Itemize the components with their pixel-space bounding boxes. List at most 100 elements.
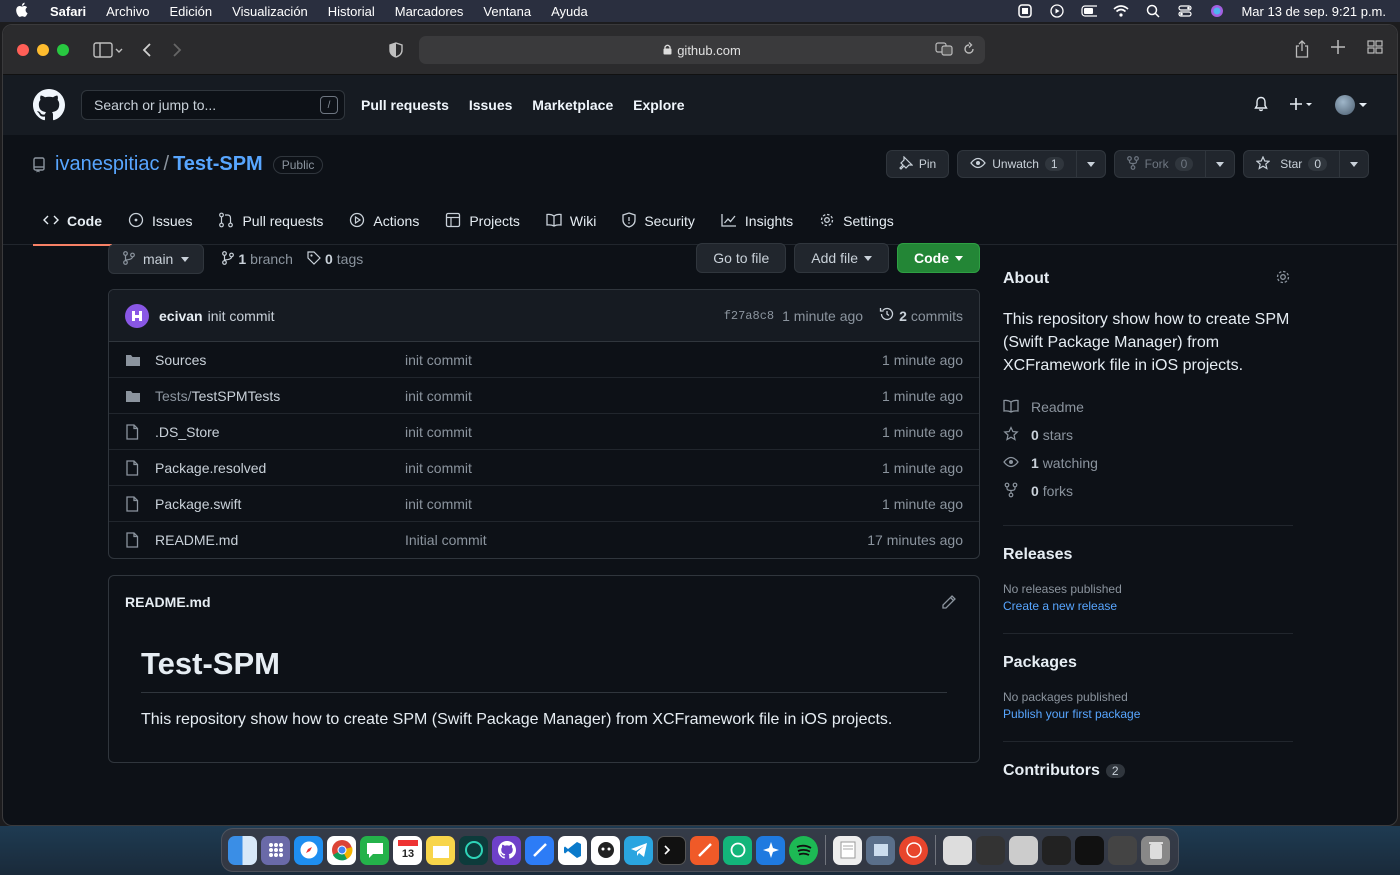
create-new-plus-icon[interactable] xyxy=(1289,96,1315,115)
play-icon[interactable] xyxy=(1049,4,1065,18)
avatar[interactable] xyxy=(125,303,149,328)
battery-icon[interactable] xyxy=(1081,4,1098,18)
table-row[interactable]: Package.swift init commit 1 minute ago xyxy=(109,486,979,522)
branches-link[interactable]: 1 branch xyxy=(222,250,293,268)
stars-link[interactable]: 0 stars xyxy=(1003,421,1293,449)
file-name[interactable]: Package.swift xyxy=(155,496,405,512)
preview-icon[interactable] xyxy=(866,835,895,865)
tab-issues[interactable]: Issues xyxy=(118,197,202,245)
tags-link[interactable]: 0 tags xyxy=(307,250,363,268)
tab-settings[interactable]: Settings xyxy=(809,197,904,245)
testflight-icon[interactable] xyxy=(756,835,785,865)
tab-wiki[interactable]: Wiki xyxy=(536,197,606,245)
forks-link[interactable]: 0 forks xyxy=(1003,477,1293,505)
table-row[interactable]: README.md Initial commit 17 minutes ago xyxy=(109,522,979,558)
go-to-file-button[interactable]: Go to file xyxy=(696,243,787,273)
wifi-icon[interactable] xyxy=(1113,4,1129,18)
nav-explore[interactable]: Explore xyxy=(633,97,684,113)
apple-menu-icon[interactable] xyxy=(14,2,28,21)
window-thumbnail-icon[interactable] xyxy=(1042,835,1071,865)
file-commit-message[interactable]: init commit xyxy=(405,388,882,404)
menu-app-name[interactable]: Safari xyxy=(50,4,86,19)
file-commit-message[interactable]: Initial commit xyxy=(405,532,867,548)
trash-icon[interactable] xyxy=(1141,835,1170,865)
status-menu-icon[interactable] xyxy=(1017,4,1033,18)
tab-projects[interactable]: Projects xyxy=(435,197,530,245)
notifications-bell-icon[interactable] xyxy=(1253,96,1269,115)
table-row[interactable]: Sources init commit 1 minute ago xyxy=(109,342,979,378)
menu-bookmarks[interactable]: Marcadores xyxy=(395,4,464,19)
tab-insights[interactable]: Insights xyxy=(711,197,803,245)
terminal-icon[interactable] xyxy=(657,835,686,865)
siri-icon[interactable] xyxy=(1209,4,1225,18)
pin-button[interactable]: Pin xyxy=(885,150,950,178)
back-icon[interactable] xyxy=(141,42,153,58)
messages-icon[interactable] xyxy=(360,835,389,865)
commits-link[interactable]: 2 commits xyxy=(879,306,963,325)
table-row[interactable]: Tests/TestSPMTests init commit 1 minute ag… xyxy=(109,378,979,414)
menu-clock[interactable]: Mar 13 de sep. 9:21 p.m. xyxy=(1241,4,1386,19)
menu-file[interactable]: Archivo xyxy=(106,4,149,19)
search-input[interactable]: Search or jump to... / xyxy=(81,90,345,120)
safari-icon[interactable] xyxy=(294,835,323,865)
readme-filename[interactable]: README.md xyxy=(109,576,979,628)
commit-author[interactable]: ecivan xyxy=(159,308,203,324)
table-row[interactable]: Package.resolved init commit 1 minute ago xyxy=(109,450,979,486)
window-thumbnail-icon[interactable] xyxy=(976,835,1005,865)
translate-icon[interactable] xyxy=(935,41,953,59)
new-tab-icon[interactable] xyxy=(1331,40,1345,61)
gitkraken-icon[interactable] xyxy=(459,835,488,865)
nav-issues[interactable]: Issues xyxy=(469,97,513,113)
close-window-button[interactable] xyxy=(17,43,29,56)
edit-pencil-icon[interactable] xyxy=(941,594,957,613)
fork-dropdown-caret[interactable] xyxy=(1205,151,1234,177)
launchpad-icon[interactable] xyxy=(261,835,290,865)
add-file-button[interactable]: Add file xyxy=(794,243,889,273)
minimize-window-button[interactable] xyxy=(37,43,49,56)
menu-help[interactable]: Ayuda xyxy=(551,4,588,19)
file-commit-message[interactable]: init commit xyxy=(405,352,882,368)
star-dropdown-caret[interactable] xyxy=(1339,151,1368,177)
contributors-title[interactable]: Contributors xyxy=(1003,762,1100,780)
table-row[interactable]: .DS_Store init commit 1 minute ago xyxy=(109,414,979,450)
vscode-icon[interactable] xyxy=(558,835,587,865)
privacy-shield-icon[interactable] xyxy=(389,42,403,58)
commit-message[interactable]: init commit xyxy=(208,308,275,324)
publish-package-link[interactable]: Publish your first package xyxy=(1003,707,1293,721)
window-thumbnail-icon[interactable] xyxy=(1009,835,1038,865)
menu-edit[interactable]: Edición xyxy=(170,4,213,19)
about-settings-gear-icon[interactable] xyxy=(1275,269,1291,288)
menu-window[interactable]: Ventana xyxy=(483,4,531,19)
compass-icon[interactable] xyxy=(899,835,928,865)
watching-link[interactable]: 1 watching xyxy=(1003,449,1293,477)
repo-owner-link[interactable]: ivanespitiac xyxy=(55,153,160,176)
file-commit-message[interactable]: init commit xyxy=(405,460,882,476)
notes-icon[interactable] xyxy=(426,835,455,865)
file-name[interactable]: Sources xyxy=(155,352,405,368)
control-center-icon[interactable] xyxy=(1177,4,1193,18)
telegram-icon[interactable] xyxy=(624,835,653,865)
file-name[interactable]: Package.resolved xyxy=(155,460,405,476)
watch-dropdown-caret[interactable] xyxy=(1075,151,1105,177)
tab-code[interactable]: Code xyxy=(33,197,112,246)
zoom-window-button[interactable] xyxy=(57,43,69,56)
github-desktop-icon[interactable] xyxy=(492,835,521,865)
repo-name-link[interactable]: Test-SPM xyxy=(173,153,263,176)
chrome-icon[interactable] xyxy=(327,835,356,865)
github-logo-icon[interactable] xyxy=(33,89,65,121)
xcode-icon[interactable] xyxy=(525,835,554,865)
unwatch-button[interactable]: Unwatch 1 xyxy=(957,150,1106,178)
tab-actions[interactable]: Actions xyxy=(339,197,429,245)
reload-icon[interactable] xyxy=(963,41,975,59)
create-release-link[interactable]: Create a new release xyxy=(1003,599,1293,613)
chatgpt-icon[interactable] xyxy=(723,835,752,865)
forward-icon[interactable] xyxy=(171,42,183,58)
releases-title[interactable]: Releases xyxy=(1003,546,1293,564)
copilot-icon[interactable] xyxy=(591,835,620,865)
commit-sha[interactable]: f27a8c8 xyxy=(724,309,774,323)
branch-select-button[interactable]: main xyxy=(108,244,205,274)
menu-history[interactable]: Historial xyxy=(328,4,375,19)
file-commit-message[interactable]: init commit xyxy=(405,424,882,440)
share-icon[interactable] xyxy=(1295,40,1309,61)
readme-link[interactable]: Readme xyxy=(1003,393,1293,421)
